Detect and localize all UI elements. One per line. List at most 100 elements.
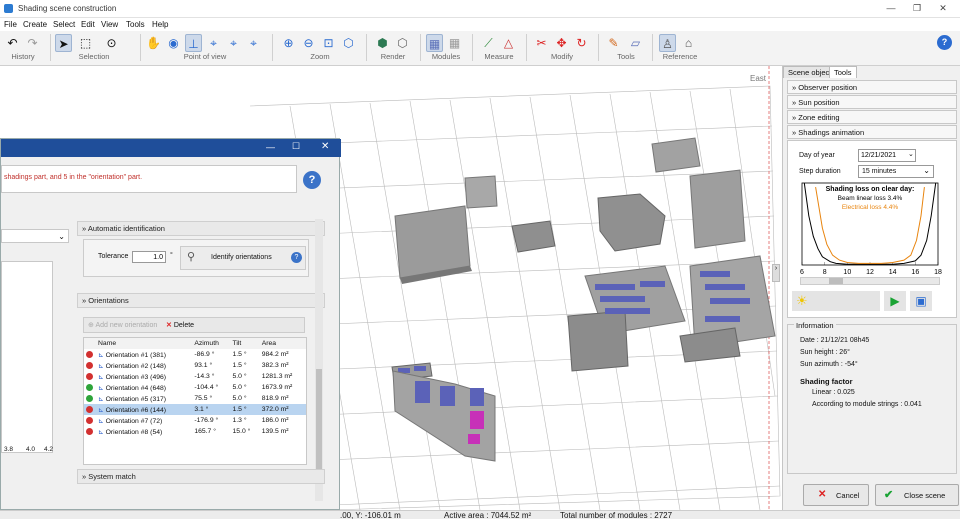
modules-hide-icon[interactable]: ▦ <box>446 34 463 52</box>
modules-show-icon[interactable]: ▦ <box>426 34 443 52</box>
menu-file[interactable]: File <box>4 20 17 29</box>
step-select[interactable]: 15 minutes ⌄ <box>858 165 934 178</box>
x-tick-label: 6 <box>800 269 804 276</box>
lasso-select-icon[interactable]: ⊙ <box>103 34 120 52</box>
information-title: Information <box>794 321 836 330</box>
building-with-modules[interactable] <box>679 255 776 363</box>
tolerance-box: Tolerance ° ⚲ Identify orientations ? <box>83 239 309 277</box>
building[interactable] <box>597 193 666 252</box>
side-view-icon[interactable]: ⌖ <box>225 34 242 52</box>
orientation-dialog: — ☐ ✕ shadings part, and 5 in the "orien… <box>0 138 341 510</box>
info-icon[interactable]: ? <box>291 252 302 263</box>
auto-identification-header[interactable]: » Automatic identification <box>77 221 325 236</box>
play-icon[interactable]: ▶ <box>884 291 906 311</box>
section-observer-position[interactable]: » Observer position <box>787 80 957 94</box>
top-view-icon[interactable]: ⌖ <box>245 34 262 52</box>
dialog-close-icon[interactable]: ✕ <box>321 141 329 152</box>
table-row[interactable]: ⊾ Orientation #7 (72) -176.9 ° 1.3 ° 186.0 … <box>84 415 306 426</box>
chevron-icon: » <box>792 113 797 122</box>
close-icon[interactable]: ✕ <box>932 2 954 15</box>
status-bar: .00, Y: -106.01 m Active area : 7044.52 … <box>0 510 960 520</box>
col-name[interactable]: Name <box>96 338 192 349</box>
menu-tools[interactable]: Tools <box>126 20 145 29</box>
section-zone-editing[interactable]: » Zone editing <box>787 110 957 124</box>
axes-icon[interactable]: ⊥ <box>185 34 202 52</box>
tolerance-input[interactable] <box>132 251 166 263</box>
col-area[interactable]: Area <box>260 338 306 349</box>
section-sun-position[interactable]: » Sun position <box>787 95 957 109</box>
building[interactable] <box>394 175 498 284</box>
table-row[interactable]: ⊾ Orientation #1 (381) -86.9 ° 1.5 ° 984.2 … <box>84 349 306 360</box>
col-tilt[interactable]: Tilt <box>231 338 260 349</box>
table-row[interactable]: ⊾ Orientation #3 (496) -14.3 ° 5.0 ° 1281.3… <box>84 371 306 382</box>
sun-indicator: ☀ <box>792 291 880 311</box>
save-icon[interactable]: ▣ <box>910 291 932 311</box>
table-row-selected[interactable]: ⊾ Orientation #6 (144) 3.1 ° 1.5 ° 372.0 m² <box>84 404 306 415</box>
zoom-fit-icon[interactable]: ⊡ <box>320 34 337 52</box>
calendar-chevron-icon[interactable]: ⌄ <box>908 150 914 158</box>
dialog-maximize-icon[interactable]: ☐ <box>292 141 300 152</box>
system-match-header[interactable]: » System match <box>77 469 325 484</box>
orientation-icon: ⊾ <box>98 362 104 370</box>
dialog-scrollbar[interactable] <box>315 219 323 501</box>
cancel-button[interactable]: ✕ Cancel <box>803 484 869 506</box>
chart-select[interactable]: ⌄ <box>1 229 69 243</box>
group-measure: Measure <box>484 52 514 61</box>
tab-tools[interactable]: Tools <box>829 66 857 78</box>
reference-person-icon[interactable]: ♙ <box>659 34 676 52</box>
dialog-minimize-icon[interactable]: — <box>266 142 275 152</box>
app-icon <box>4 4 13 13</box>
restore-icon[interactable]: ❐ <box>906 2 928 15</box>
minimize-icon[interactable]: — <box>880 2 902 15</box>
zoom-out-icon[interactable]: ⊖ <box>300 34 317 52</box>
table-row[interactable]: ⊾ Orientation #5 (317) 75.5 ° 5.0 ° 818.9 m… <box>84 393 306 404</box>
delete-button[interactable]: ✕ Delete <box>166 321 194 329</box>
orbit-icon[interactable]: ◉ <box>165 34 182 52</box>
redo-icon[interactable]: ↷ <box>24 34 41 52</box>
building[interactable] <box>651 137 746 249</box>
menu-create[interactable]: Create <box>23 20 47 29</box>
cut-icon[interactable]: ✂ <box>533 34 550 52</box>
rotate-icon[interactable]: ↻ <box>573 34 590 52</box>
panel-tool-icon[interactable]: ▱ <box>627 34 644 52</box>
identify-orientations-button[interactable]: ⚲ Identify orientations ? <box>180 246 306 270</box>
pencil-icon[interactable]: ✎ <box>605 34 622 52</box>
add-orientation-button[interactable]: ⊕ Add new orientation <box>88 321 157 329</box>
close-scene-button[interactable]: ✔ Close scene <box>875 484 959 506</box>
orientations-header[interactable]: » Orientations <box>77 293 325 308</box>
time-slider[interactable] <box>800 277 940 285</box>
menu-select[interactable]: Select <box>53 20 75 29</box>
zoom-3d-icon[interactable]: ⬡ <box>340 34 357 52</box>
section-shadings-animation[interactable]: » Shadings animation <box>787 125 957 139</box>
table-row[interactable]: ⊾ Orientation #4 (648) -104.4 ° 5.0 ° 1673.… <box>84 382 306 393</box>
rect-select-icon[interactable]: ⬚ <box>77 34 94 52</box>
day-label: Day of year <box>799 152 835 159</box>
panel-collapse-handle[interactable]: › <box>772 264 780 282</box>
help-icon[interactable]: ? <box>937 35 952 50</box>
pan-icon[interactable]: ✋ <box>145 34 162 52</box>
reference-house-icon[interactable]: ⌂ <box>680 34 697 52</box>
front-view-icon[interactable]: ⌖ <box>205 34 222 52</box>
building-with-modules[interactable] <box>392 370 496 462</box>
render-solid-icon[interactable]: ⬢ <box>374 34 391 52</box>
col-azimuth[interactable]: Azimuth <box>192 338 230 349</box>
move-icon[interactable]: ✥ <box>553 34 570 52</box>
group-zoom: Zoom <box>310 52 330 61</box>
pointer-icon[interactable]: ➤ <box>55 34 72 52</box>
menu-bar: File Create Select Edit View Tools Help <box>0 18 960 31</box>
menu-edit[interactable]: Edit <box>81 20 95 29</box>
undo-icon[interactable]: ↶ <box>4 34 21 52</box>
menu-view[interactable]: View <box>101 20 118 29</box>
dialog-help-icon[interactable]: ? <box>303 171 321 189</box>
measure-distance-icon[interactable]: ⟋ <box>480 34 497 52</box>
measure-angle-icon[interactable]: △ <box>500 34 517 52</box>
table-row[interactable]: ⊾ Orientation #8 (54) 165.7 ° 15.0 ° 139.5 … <box>84 426 306 437</box>
building[interactable] <box>511 220 556 253</box>
zoom-in-icon[interactable]: ⊕ <box>280 34 297 52</box>
render-wire-icon[interactable]: ⬡ <box>394 34 411 52</box>
electrical-loss-label: Electrical loss 4.4% <box>842 204 899 211</box>
table-row[interactable]: ⊾ Orientation #2 (148) 93.1 ° 1.5 ° 382.3 m… <box>84 360 306 371</box>
chevron-down-icon: ⌄ <box>923 166 930 175</box>
menu-help[interactable]: Help <box>152 20 168 29</box>
orientation-icon: ⊾ <box>98 384 104 392</box>
